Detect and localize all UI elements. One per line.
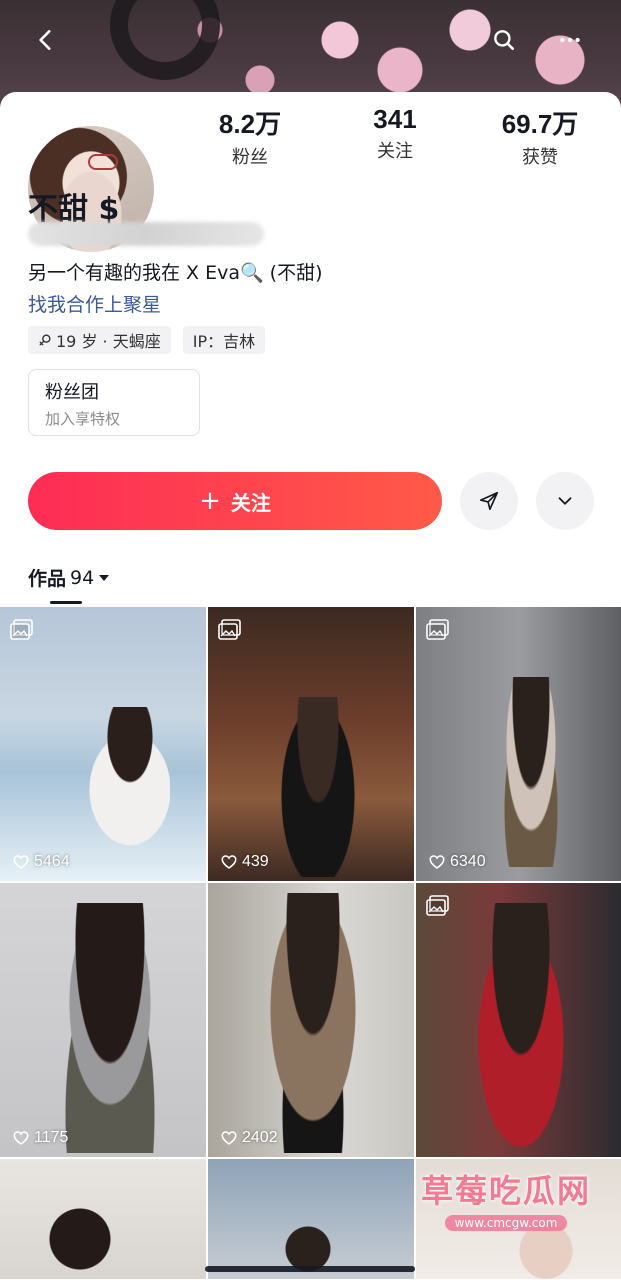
tag-age-text: 19 岁 · 天蝎座 — [56, 332, 161, 351]
account-id-blurred — [28, 222, 264, 246]
work-likes-count: 1175 — [34, 1129, 69, 1146]
fanclub-title: 粉丝团 — [45, 382, 99, 403]
send-icon — [479, 491, 499, 511]
stat-followers[interactable]: 8.2万 粉丝 — [190, 104, 310, 169]
work-item[interactable] — [416, 883, 621, 1157]
expand-button[interactable] — [536, 472, 594, 530]
search-button[interactable] — [484, 20, 524, 60]
work-thumbnail — [40, 1199, 120, 1279]
work-likes: 5464 — [12, 853, 70, 871]
work-likes-count: 6340 — [450, 853, 486, 870]
tag-age: 19 岁 · 天蝎座 — [28, 326, 171, 354]
site-watermark: 草莓吃瓜网 www.cmcgw.com — [421, 1166, 591, 1231]
work-thumbnail — [258, 893, 368, 1153]
fanclub-subtitle: 加入享特权 — [45, 410, 121, 428]
more-button[interactable] — [550, 20, 590, 60]
stat-value: 341 — [373, 104, 417, 134]
tag-ip-text: IP：吉林 — [192, 332, 256, 351]
tab-works-count: 94 — [70, 566, 95, 589]
stat-value: 69.7万 — [501, 109, 579, 139]
tab-works-indicator — [50, 601, 82, 604]
work-thumbnail — [50, 903, 170, 1153]
chevron-left-icon — [39, 30, 51, 50]
bio-link[interactable]: 找我合作上聚星 — [28, 290, 161, 317]
work-likes-count: 5464 — [34, 853, 70, 870]
stat-label: 粉丝 — [232, 147, 268, 168]
work-item[interactable]: 1175 — [0, 883, 206, 1157]
work-likes: 1175 — [12, 1129, 68, 1147]
profile-card: 8.2万 粉丝 341 关注 69.7万 获赞 不甜 $ 另一个有趣的我在 X … — [0, 92, 621, 1280]
profile-tags: 19 岁 · 天蝎座 IP：吉林 — [28, 326, 266, 354]
image-post-icon — [426, 619, 449, 640]
stat-likes[interactable]: 69.7万 获赞 — [480, 104, 600, 169]
tab-works-label: 作品 — [28, 568, 67, 590]
follow-button[interactable]: + 关注 — [28, 472, 442, 530]
work-likes: 439 — [220, 853, 269, 871]
stat-label: 关注 — [377, 141, 413, 162]
stat-label: 获赞 — [522, 147, 558, 168]
work-thumbnail — [278, 697, 358, 877]
follow-label: 关注 — [230, 490, 271, 515]
back-button[interactable] — [26, 20, 66, 60]
fanclub-entry[interactable]: 粉丝团 加入享特权 — [28, 369, 200, 436]
work-likes-count: 2402 — [242, 1129, 278, 1146]
work-item[interactable]: 5464 — [0, 607, 206, 881]
work-item[interactable]: 2402 — [208, 883, 414, 1157]
work-item[interactable] — [0, 1159, 206, 1279]
heart-icon — [221, 1131, 237, 1145]
stat-following[interactable]: 341 关注 — [335, 104, 455, 169]
bio-text: 另一个有趣的我在 X Eva🔍 (不甜) — [28, 262, 323, 284]
tag-ip: IP：吉林 — [182, 326, 266, 354]
image-post-icon — [218, 619, 241, 640]
watermark-url: www.cmcgw.com — [444, 1215, 568, 1231]
stat-value: 8.2万 — [218, 109, 282, 139]
work-item[interactable]: 439 — [208, 607, 414, 881]
search-icon — [494, 30, 514, 50]
heart-icon — [13, 855, 29, 869]
chevron-down-icon — [558, 497, 572, 505]
heart-icon — [429, 855, 445, 869]
work-likes-count: 439 — [242, 853, 269, 870]
caret-down-icon — [99, 574, 110, 581]
plus-icon: + — [199, 486, 221, 516]
watermark-title: 草莓吃瓜网 — [420, 1172, 591, 1210]
work-thumbnail — [466, 903, 576, 1153]
work-likes: 6340 — [428, 853, 486, 871]
female-icon — [39, 334, 51, 346]
work-thumbnail — [496, 677, 566, 867]
share-button[interactable] — [460, 472, 518, 530]
image-post-icon — [426, 895, 449, 916]
tab-works[interactable]: 作品 94 — [28, 564, 110, 591]
work-thumbnail — [70, 707, 170, 857]
profile-stats: 8.2万 粉丝 341 关注 69.7万 获赞 — [190, 104, 600, 169]
home-indicator[interactable] — [205, 1266, 415, 1272]
more-horizontal-icon — [560, 37, 580, 43]
banner-decoration — [110, 0, 220, 80]
avatar-detail — [88, 154, 118, 170]
heart-icon — [13, 1131, 29, 1145]
work-likes: 2402 — [220, 1129, 278, 1147]
heart-icon — [221, 855, 237, 869]
work-item[interactable] — [208, 1159, 414, 1279]
work-item[interactable]: 6340 — [416, 607, 621, 881]
image-post-icon — [10, 619, 33, 640]
